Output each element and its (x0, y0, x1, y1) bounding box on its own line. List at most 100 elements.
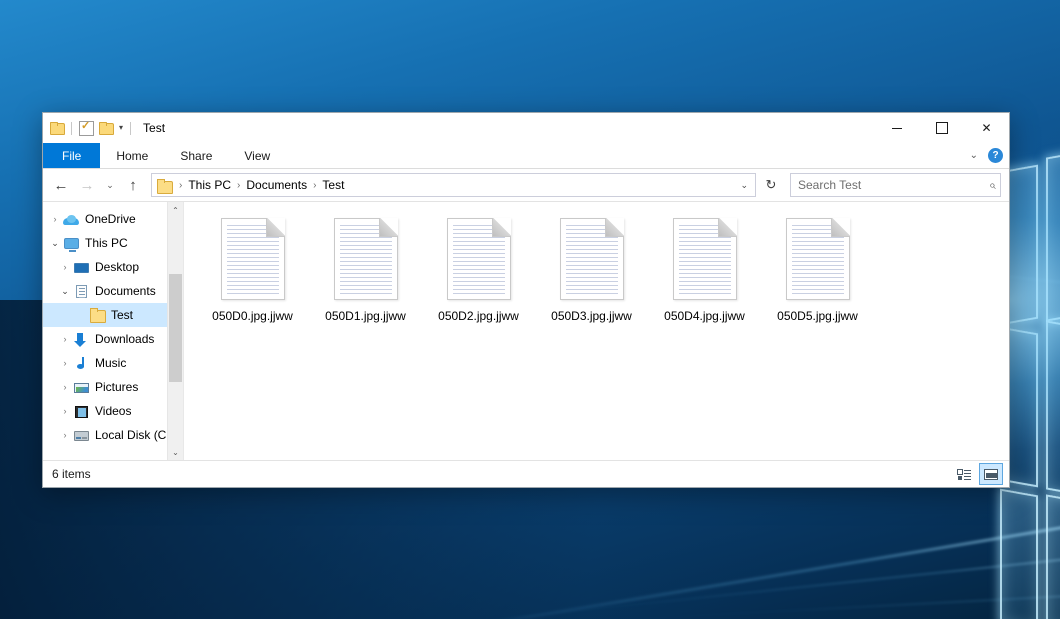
tab-view[interactable]: View (228, 143, 286, 168)
file-name-label: 050D4.jpg.jjww (664, 309, 745, 323)
windows-logo-pane (1046, 146, 1060, 321)
breadcrumb-item-documents[interactable]: Documents (243, 177, 310, 193)
scroll-down-icon[interactable]: ⌄ (168, 444, 183, 460)
desktop-icon (73, 260, 90, 275)
sidebar-scrollbar[interactable]: ⌃ ⌄ (167, 202, 183, 460)
sidebar-item-label: Videos (95, 404, 131, 418)
expander-icon[interactable]: › (57, 382, 73, 392)
generic-file-icon (447, 218, 511, 300)
search-icon: ⌕ (989, 178, 996, 193)
up-button[interactable]: ↑ (121, 173, 145, 197)
status-bar: 6 items (43, 460, 1009, 487)
sidebar-item-test[interactable]: Test (43, 303, 183, 327)
address-dropdown-icon[interactable]: ⌄ (735, 180, 753, 191)
expander-icon[interactable]: › (57, 262, 73, 272)
sidebar-item-label: Downloads (95, 332, 154, 346)
expander-icon[interactable]: › (57, 406, 73, 416)
ribbon-tab-bar: File Home Share View ⌄ ? (43, 143, 1009, 169)
title-bar: ▾ Test ✕ (43, 113, 1009, 143)
tab-home[interactable]: Home (100, 143, 164, 168)
cloud-icon (63, 212, 80, 227)
windows-logo-pane (1046, 320, 1060, 500)
monitor-icon (63, 236, 80, 251)
file-item[interactable]: 050D1.jpg.jjww (309, 214, 422, 336)
sidebar-item-label: OneDrive (85, 212, 136, 226)
sidebar-item-this-pc[interactable]: ⌄ This PC (43, 231, 183, 255)
chevron-down-icon[interactable]: ⌄ (970, 150, 978, 161)
videos-icon (73, 404, 90, 419)
breadcrumb[interactable]: › This PC › Documents › Test ⌄ (151, 173, 756, 197)
recent-locations-button[interactable]: ⌄ (101, 173, 119, 197)
breadcrumb-folder-icon (157, 179, 172, 192)
toolbar-divider (130, 122, 131, 135)
large-icons-view-button[interactable] (979, 463, 1003, 485)
expander-icon[interactable]: ⌄ (47, 238, 63, 249)
address-bar: ← → ⌄ ↑ › This PC › Documents › Test ⌄ ↻… (43, 169, 1009, 201)
back-button[interactable]: ← (49, 173, 73, 197)
windows-logo-pane (1046, 494, 1060, 619)
item-count-label: 6 items (52, 467, 953, 481)
scroll-up-icon[interactable]: ⌃ (168, 202, 183, 218)
sidebar-item-downloads[interactable]: › Downloads (43, 327, 183, 351)
expander-icon[interactable]: › (57, 358, 73, 368)
sidebar-item-pictures[interactable]: › Pictures (43, 375, 183, 399)
sidebar-item-label: Test (111, 308, 133, 322)
maximize-icon (936, 122, 948, 134)
file-item[interactable]: 050D0.jpg.jjww (196, 214, 309, 336)
expander-icon[interactable]: › (47, 214, 63, 224)
forward-button[interactable]: → (75, 173, 99, 197)
help-icon[interactable]: ? (988, 148, 1003, 163)
maximize-button[interactable] (919, 113, 964, 143)
quick-access-toolbar: ▾ (43, 113, 133, 143)
expander-icon[interactable]: › (57, 334, 73, 344)
pictures-icon (73, 380, 90, 395)
new-folder-icon[interactable] (99, 122, 113, 134)
file-name-label: 050D1.jpg.jjww (325, 309, 406, 323)
sidebar-item-videos[interactable]: › Videos (43, 399, 183, 423)
search-input[interactable]: Search Test (798, 178, 989, 192)
tab-share[interactable]: Share (164, 143, 228, 168)
folder-icon (89, 308, 106, 323)
file-name-label: 050D5.jpg.jjww (777, 309, 858, 323)
breadcrumb-separator: › (176, 180, 185, 191)
file-name-label: 050D3.jpg.jjww (551, 309, 632, 323)
expander-icon[interactable]: ⌄ (57, 286, 73, 297)
expander-icon[interactable]: › (57, 430, 73, 440)
breadcrumb-separator: › (234, 180, 243, 191)
large-icons-view-icon (984, 469, 998, 480)
file-name-label: 050D0.jpg.jjww (212, 309, 293, 323)
file-item[interactable]: 050D2.jpg.jjww (422, 214, 535, 336)
window-title: Test (143, 121, 165, 135)
sidebar-item-label: Pictures (95, 380, 138, 394)
customize-toolbar-caret[interactable]: ▾ (119, 124, 123, 132)
file-explorer-window: ▾ Test ✕ File Home Share View ⌄ ? ← → ⌄ … (42, 112, 1010, 488)
breadcrumb-item-test[interactable]: Test (319, 177, 347, 193)
close-button[interactable]: ✕ (964, 113, 1009, 143)
generic-file-icon (560, 218, 624, 300)
sidebar-item-label: This PC (85, 236, 128, 250)
music-icon (73, 356, 90, 371)
sidebar-item-local-disk[interactable]: › Local Disk (C:) (43, 423, 183, 447)
file-list-view[interactable]: 050D0.jpg.jjww 050D1.jpg.jjww 050D2.jpg.… (184, 202, 1009, 460)
sidebar-item-onedrive[interactable]: › OneDrive (43, 207, 183, 231)
properties-icon[interactable] (79, 121, 94, 136)
window-controls: ✕ (874, 113, 1009, 143)
generic-file-icon (334, 218, 398, 300)
tab-file[interactable]: File (43, 143, 100, 168)
sidebar-item-music[interactable]: › Music (43, 351, 183, 375)
file-item[interactable]: 050D5.jpg.jjww (761, 214, 874, 336)
details-view-button[interactable] (953, 464, 975, 484)
file-item[interactable]: 050D4.jpg.jjww (648, 214, 761, 336)
scrollbar-thumb[interactable] (169, 274, 182, 382)
minimize-button[interactable] (874, 113, 919, 143)
file-item[interactable]: 050D3.jpg.jjww (535, 214, 648, 336)
sidebar-item-label: Documents (95, 284, 156, 298)
refresh-button[interactable]: ↻ (760, 174, 782, 196)
navigation-pane: › OneDrive ⌄ This PC › Desktop ⌄ Documen… (43, 202, 184, 460)
ribbon-right-controls: ⌄ ? (970, 143, 1003, 168)
search-box[interactable]: Search Test ⌕ (790, 173, 1001, 197)
sidebar-item-documents[interactable]: ⌄ Documents (43, 279, 183, 303)
breadcrumb-item-this-pc[interactable]: This PC (185, 177, 234, 193)
folder-icon[interactable] (50, 122, 64, 134)
sidebar-item-desktop[interactable]: › Desktop (43, 255, 183, 279)
